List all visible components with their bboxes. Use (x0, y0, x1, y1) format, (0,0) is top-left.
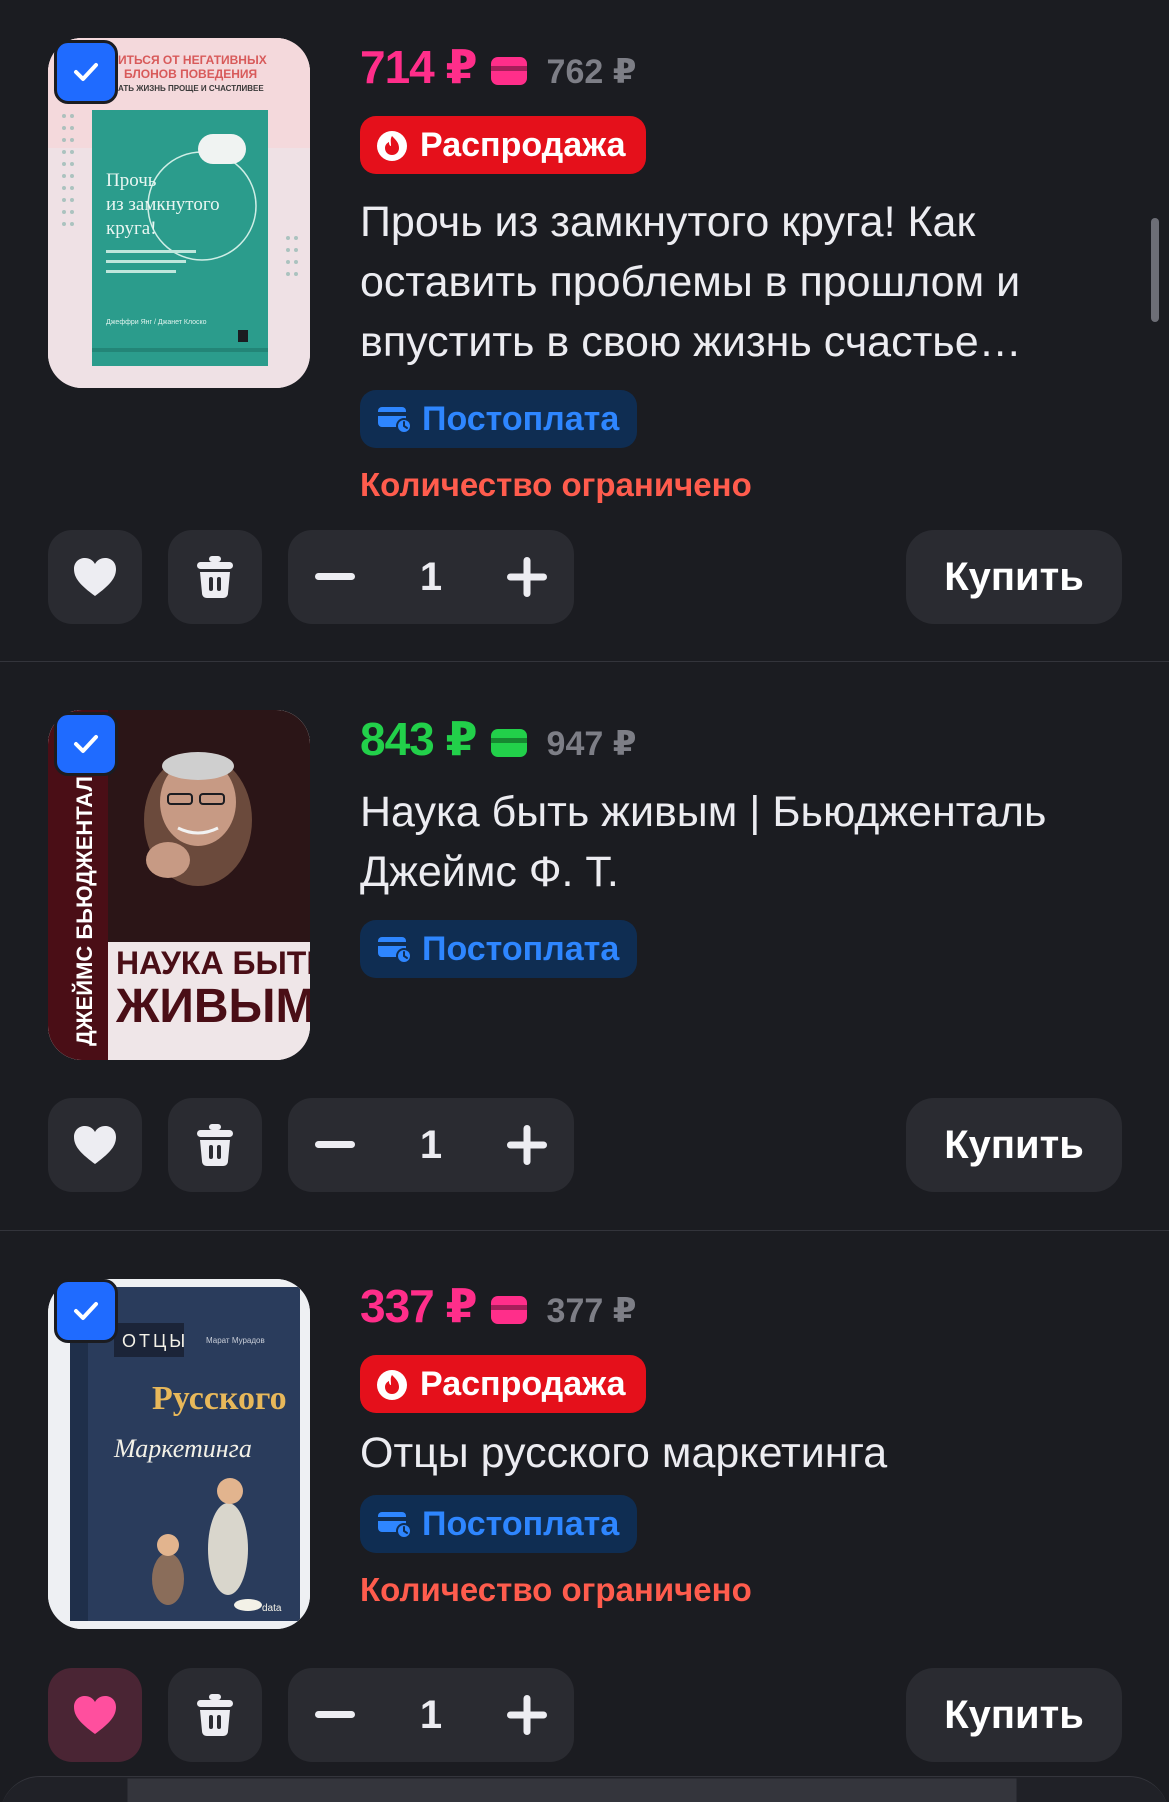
price-row: 843 ₽ 947 ₽ (360, 712, 1140, 774)
svg-text:из замкнутого: из замкнутого (106, 194, 220, 215)
cover-author: Марат Мурадов (206, 1336, 265, 1345)
old-price: 762 ₽ (546, 53, 637, 91)
sale-label: Распродажа (420, 1364, 626, 1403)
postpay-badge: Постоплата (360, 390, 638, 448)
cover-authors: Джеффри Янг / Джанет Клоско (106, 319, 207, 326)
check-icon (74, 63, 98, 81)
sale-badge: Распродажа (360, 116, 646, 174)
product-title[interactable]: Отцы русского маркетинга (360, 1423, 1140, 1483)
item-actions: 1 Купить (48, 530, 1122, 626)
cover-title-line-3: Маркетинга (113, 1434, 252, 1463)
favorite-button[interactable] (48, 1098, 142, 1192)
cart-item: ОТЦЫ Марат Мурадов Русского Маркетинга d… (0, 1231, 1169, 1776)
minus-icon (315, 573, 355, 580)
price-row: 714 ₽ 762 ₽ (360, 40, 1140, 102)
postpay-label: Постоплата (422, 929, 620, 968)
item-select-checkbox[interactable] (54, 712, 118, 776)
postpay-icon (378, 407, 412, 434)
increase-quantity-button[interactable] (480, 1098, 574, 1192)
sale-label: Распродажа (420, 125, 626, 164)
delete-button[interactable] (168, 530, 262, 624)
svg-text:круга!: круга! (106, 218, 157, 239)
item-info: 337 ₽ 377 ₽ Распродажа Отцы русского мар… (360, 1279, 1140, 1609)
increase-quantity-button[interactable] (480, 1668, 574, 1762)
scrollbar[interactable] (1151, 218, 1159, 322)
plus-icon (507, 1125, 547, 1165)
item-actions: 1 Купить (48, 1668, 1122, 1764)
cover-title: Прочь (106, 170, 157, 191)
item-select-checkbox[interactable] (54, 1279, 118, 1343)
plus-icon (507, 557, 547, 597)
wallet-icon (490, 1296, 527, 1324)
cart-page: ИТЬСЯ ОТ НЕГАТИВНЫХ БЛОНОВ ПОВЕДЕНИЯ АТЬ… (0, 0, 1169, 1802)
old-price: 947 ₽ (546, 725, 637, 763)
quantity-stepper: 1 (288, 1668, 574, 1762)
cover-title-line-2: Русского (152, 1380, 287, 1417)
check-icon (74, 735, 98, 753)
cover-publisher: data (262, 1603, 282, 1614)
quantity-stepper: 1 (288, 1098, 574, 1192)
quantity-value: 1 (419, 1693, 443, 1737)
delete-button[interactable] (168, 1098, 262, 1192)
decrease-quantity-button[interactable] (288, 1668, 382, 1762)
delete-button[interactable] (168, 1668, 262, 1762)
cart-item: ИТЬСЯ ОТ НЕГАТИВНЫХ БЛОНОВ ПОВЕДЕНИЯ АТЬ… (0, 0, 1169, 660)
buy-button[interactable]: Купить (906, 530, 1122, 624)
check-icon (74, 1302, 98, 1320)
postpay-badge: Постоплата (360, 920, 638, 978)
old-price: 377 ₽ (546, 1292, 637, 1330)
plus-icon (507, 1695, 547, 1735)
decrease-quantity-button[interactable] (288, 530, 382, 624)
postpay-icon (378, 1512, 412, 1539)
cart-item: ДЖЕЙМС БЬЮДЖЕНТАЛЬ НАУКА БЫТЬ ЖИВЫМ 843 … (0, 662, 1169, 1230)
wallet-icon (490, 57, 527, 85)
postpay-label: Постоплата (422, 399, 620, 438)
wallet-icon (490, 729, 527, 757)
cover-spine-text: ДЖЕЙМС БЬЮДЖЕНТАЛЬ (72, 760, 97, 1046)
cover-top-text-2: БЛОНОВ ПОВЕДЕНИЯ (124, 67, 257, 81)
minus-icon (315, 1711, 355, 1718)
postpay-icon (378, 937, 412, 964)
favorite-button[interactable] (48, 1668, 142, 1762)
limited-quantity-notice: Количество ограничено (360, 466, 752, 503)
heart-icon (74, 558, 116, 596)
bottom-panel (0, 1776, 1169, 1802)
limited-quantity-notice: Количество ограничено (360, 1571, 752, 1608)
quantity-value: 1 (419, 555, 443, 599)
sale-badge: Распродажа (360, 1355, 646, 1413)
postpay-label: Постоплата (422, 1504, 620, 1543)
buy-button[interactable]: Купить (906, 1098, 1122, 1192)
postpay-badge: Постоплата (360, 1495, 638, 1553)
item-select-checkbox[interactable] (54, 40, 118, 104)
decrease-quantity-button[interactable] (288, 1098, 382, 1192)
trash-icon (197, 1694, 233, 1736)
price-row: 337 ₽ 377 ₽ (360, 1279, 1140, 1341)
heart-icon (74, 1126, 116, 1164)
item-actions: 1 Купить (48, 1098, 1122, 1194)
current-price: 714 ₽ (360, 41, 478, 93)
trash-icon (197, 556, 233, 598)
cover-title-line-1: ОТЦЫ (122, 1331, 188, 1351)
product-title[interactable]: Наука быть живым | Бьюдженталь Джеймс Ф.… (360, 782, 1140, 902)
trash-icon (197, 1124, 233, 1166)
current-price: 337 ₽ (360, 1280, 478, 1332)
heart-icon (74, 1696, 116, 1734)
quantity-value: 1 (419, 1123, 443, 1167)
current-price: 843 ₽ (360, 713, 478, 765)
buy-button[interactable]: Купить (906, 1668, 1122, 1762)
item-info: 714 ₽ 762 ₽ Распродажа Прочь из замкнуто… (360, 40, 1140, 504)
product-title[interactable]: Прочь из замкнутого круга! Как оставить … (360, 192, 1140, 372)
cover-title-line-2: ЖИВЫМ (115, 980, 310, 1033)
fire-icon (377, 1370, 407, 1400)
minus-icon (315, 1141, 355, 1148)
fire-icon (377, 131, 407, 161)
item-info: 843 ₽ 947 ₽ Наука быть живым | Бьюджента… (360, 712, 1140, 978)
increase-quantity-button[interactable] (480, 530, 574, 624)
favorite-button[interactable] (48, 530, 142, 624)
cover-top-text-1: ИТЬСЯ ОТ НЕГАТИВНЫХ (118, 53, 267, 67)
cover-title-line-1: НАУКА БЫТЬ (116, 945, 310, 981)
cover-top-text-3: АТЬ ЖИЗНЬ ПРОЩЕ И СЧАСТЛИВЕЕ (118, 84, 264, 93)
quantity-stepper: 1 (288, 530, 574, 624)
